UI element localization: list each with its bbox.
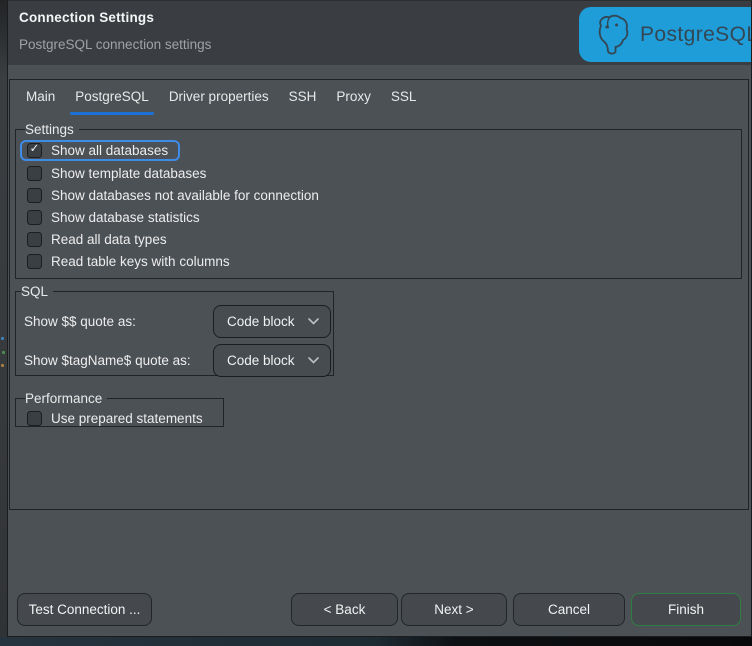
- checkbox-label: Use prepared statements: [51, 411, 203, 426]
- sql-group: SQL Show $$ quote as: Code block Show $t…: [15, 284, 334, 376]
- page-subtitle: PostgreSQL connection settings: [19, 37, 211, 52]
- test-connection-button[interactable]: Test Connection ...: [17, 593, 152, 626]
- back-button[interactable]: < Back: [291, 593, 398, 626]
- page-title: Connection Settings: [19, 10, 154, 25]
- finish-button[interactable]: Finish: [631, 593, 741, 626]
- desktop-speck: [1, 337, 4, 340]
- dialog-header: Connection Settings PostgreSQL connectio…: [8, 1, 751, 65]
- tab-main[interactable]: Main: [16, 80, 65, 115]
- checkbox-row-show-all-databases[interactable]: ✓ Show all databases: [20, 140, 180, 161]
- checkbox[interactable]: [27, 210, 42, 225]
- logo-wordmark: PostgreSQL: [640, 23, 752, 47]
- checkbox-label: Show databases not available for connect…: [51, 188, 319, 203]
- check-icon: ✓: [30, 144, 40, 156]
- elephant-icon: [594, 14, 630, 56]
- tab-ssl[interactable]: SSL: [381, 80, 427, 115]
- checkbox-label: Read table keys with columns: [51, 254, 230, 269]
- dollar-quote-label: Show $$ quote as:: [24, 314, 136, 329]
- checkbox[interactable]: [27, 411, 42, 426]
- sql-row-dollar-quote: Show $$ quote as: Code block: [24, 305, 333, 338]
- checkbox-label: Read all data types: [51, 232, 167, 247]
- checkbox-label: Show database statistics: [51, 210, 200, 225]
- connection-settings-dialog: Connection Settings PostgreSQL connectio…: [7, 0, 752, 637]
- checkbox-row-use-prepared-statements[interactable]: Use prepared statements: [27, 407, 203, 429]
- chevron-down-icon: [308, 357, 319, 364]
- dropdown-value: Code block: [227, 314, 295, 329]
- checkbox[interactable]: [27, 166, 42, 181]
- cancel-button[interactable]: Cancel: [513, 593, 625, 626]
- postgresql-logo: PostgreSQL: [579, 7, 752, 62]
- desktop-edge-strip: [0, 0, 7, 637]
- settings-group: Settings ✓ Show all databases Show templ…: [15, 122, 742, 279]
- chevron-down-icon: [308, 318, 319, 325]
- desktop-speck: [1, 364, 4, 367]
- tab-ssh[interactable]: SSH: [279, 80, 327, 115]
- checkbox-label: Show template databases: [51, 166, 206, 181]
- taskbar-edge: [0, 637, 752, 646]
- checkbox-row-read-table-keys[interactable]: Read table keys with columns: [27, 250, 230, 272]
- desktop-backdrop: Connection Settings PostgreSQL connectio…: [0, 0, 752, 646]
- checkbox-checked[interactable]: ✓: [27, 143, 42, 158]
- checkbox-row-show-database-statistics[interactable]: Show database statistics: [27, 206, 200, 228]
- dollar-quote-dropdown[interactable]: Code block: [213, 305, 331, 338]
- performance-group-label: Performance: [25, 391, 107, 406]
- next-button[interactable]: Next >: [401, 593, 507, 626]
- checkbox-row-read-all-data-types[interactable]: Read all data types: [27, 228, 167, 250]
- tab-driver-properties[interactable]: Driver properties: [159, 80, 279, 115]
- sql-row-tagname-quote: Show $tagName$ quote as: Code block: [24, 344, 333, 377]
- checkbox[interactable]: [27, 232, 42, 247]
- tab-bar: Main PostgreSQL Driver properties SSH Pr…: [10, 80, 748, 115]
- tab-folder: Main PostgreSQL Driver properties SSH Pr…: [9, 79, 749, 510]
- checkbox-row-show-databases-not-available[interactable]: Show databases not available for connect…: [27, 184, 319, 206]
- tab-postgresql[interactable]: PostgreSQL: [65, 80, 159, 115]
- settings-group-label: Settings: [25, 122, 79, 137]
- checkbox-label: Show all databases: [51, 143, 168, 158]
- checkbox[interactable]: [27, 188, 42, 203]
- checkbox[interactable]: [27, 254, 42, 269]
- dropdown-value: Code block: [227, 353, 295, 368]
- tagname-quote-label: Show $tagName$ quote as:: [24, 353, 191, 368]
- desktop-speck: [2, 351, 5, 354]
- performance-group: Performance Use prepared statements: [15, 391, 224, 427]
- tab-proxy[interactable]: Proxy: [326, 80, 381, 115]
- sql-group-label: SQL: [21, 284, 53, 299]
- tagname-quote-dropdown[interactable]: Code block: [213, 344, 331, 377]
- checkbox-row-show-template-databases[interactable]: Show template databases: [27, 162, 206, 184]
